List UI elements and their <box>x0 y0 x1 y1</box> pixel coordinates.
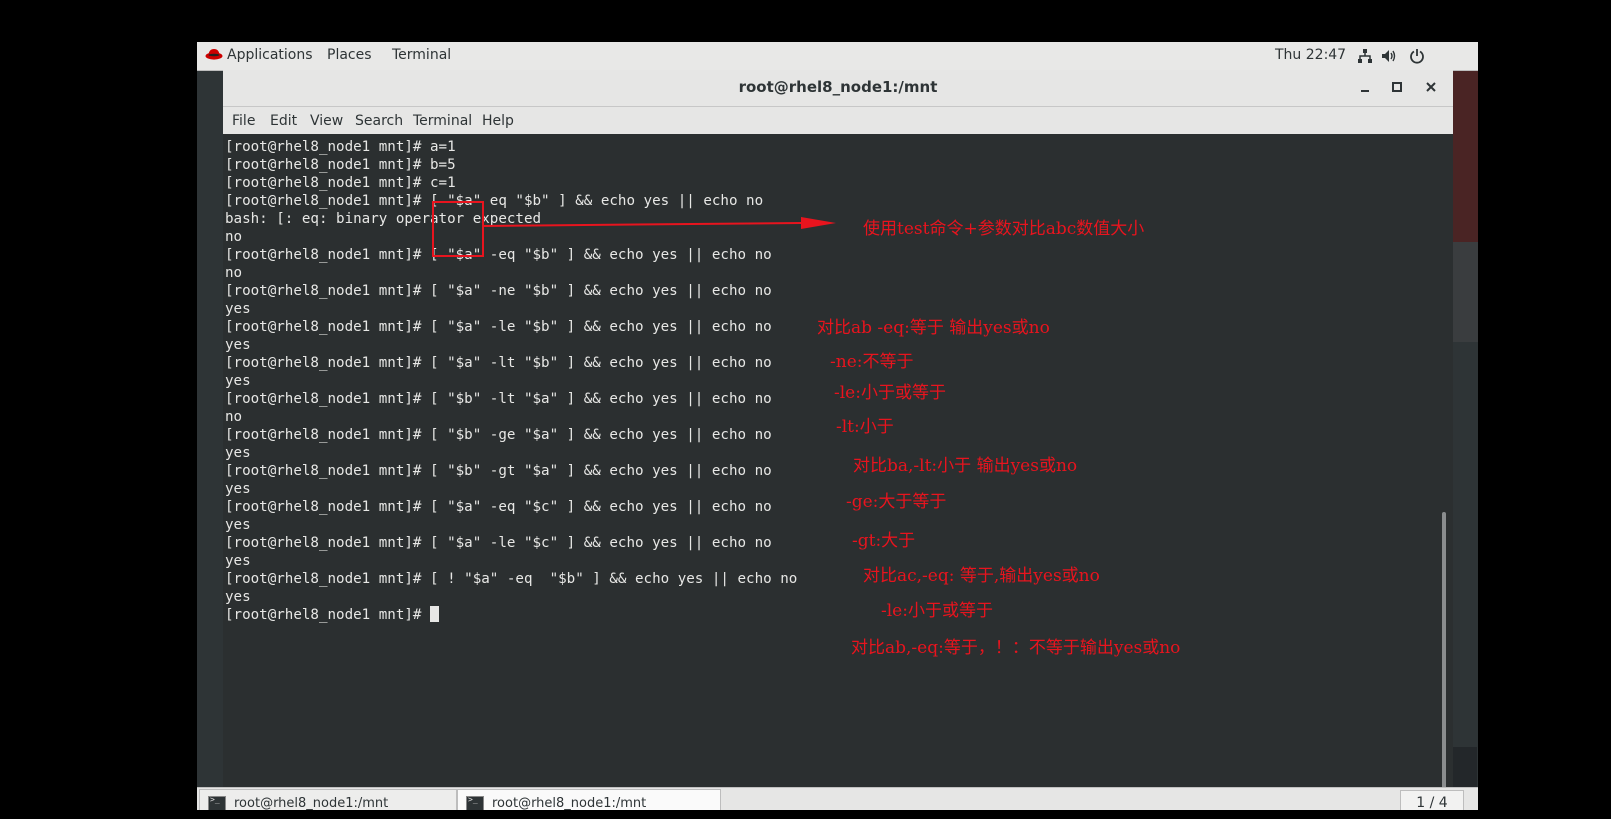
minimize-button[interactable] <box>1353 76 1377 100</box>
window-title: root@rhel8_node1:/mnt <box>738 78 938 96</box>
menu-search[interactable]: Search <box>355 113 403 129</box>
clock[interactable]: Thu 22:47 <box>1275 47 1346 63</box>
annotation-title: 使用test命令+参数对比abc数值大小 <box>863 219 1145 239</box>
gnome-top-bar: Applications Places Terminal Thu 22:47 <box>197 42 1478 71</box>
annotation-eq: 对比ab -eq:等于 输出yes或no <box>817 318 1050 338</box>
annotation-ne: -ne:不等于 <box>830 352 914 372</box>
window-titlebar[interactable]: root@rhel8_node1:/mnt <box>223 70 1453 107</box>
annotation-gt: -gt:大于 <box>852 531 916 551</box>
annotation-ac-eq: 对比ac,-eq: 等于,输出yes或no <box>863 566 1100 586</box>
desktop-screen: Applications Places Terminal Thu 22:47 r… <box>197 42 1478 810</box>
close-button[interactable] <box>1419 76 1443 100</box>
taskbar-item-terminal-1[interactable]: root@rhel8_node1:/mnt <box>199 789 457 810</box>
desktop-background-window <box>1452 242 1478 342</box>
volume-icon[interactable] <box>1381 48 1397 68</box>
menu-edit[interactable]: Edit <box>270 113 297 129</box>
desktop-background <box>1452 70 1478 270</box>
annotation-lt: -lt:小于 <box>836 417 894 437</box>
taskbar-item-label: root@rhel8_node1:/mnt <box>492 796 647 810</box>
terminal-app-menu[interactable]: Terminal <box>392 47 451 63</box>
annotation-ac-le: -le:小于或等于 <box>881 601 993 621</box>
applications-menu[interactable]: Applications <box>227 47 313 63</box>
redhat-logo-icon[interactable] <box>205 47 223 65</box>
annotation-ge: -ge:大于等于 <box>846 492 947 512</box>
menu-terminal[interactable]: Terminal <box>413 113 472 129</box>
places-menu[interactable]: Places <box>327 47 372 63</box>
maximize-button[interactable] <box>1385 76 1409 100</box>
annotation-le: -le:小于或等于 <box>834 383 946 403</box>
network-icon[interactable] <box>1357 48 1373 68</box>
terminal-icon <box>466 795 484 810</box>
menu-view[interactable]: View <box>310 113 343 129</box>
annotation-ba-lt: 对比ba,-lt:小于 输出yes或no <box>853 456 1078 476</box>
terminal-window: root@rhel8_node1:/mnt File Edit View Sea… <box>223 70 1453 810</box>
annotation-not-eq: 对比ab,-eq:等于，！：不等于输出yes或no <box>851 638 1181 658</box>
terminal-output[interactable]: [root@rhel8_node1 mnt]# a=1 [root@rhel8_n… <box>223 134 1453 810</box>
terminal-icon <box>208 795 226 810</box>
taskbar-item-terminal-2[interactable]: root@rhel8_node1:/mnt <box>457 789 721 810</box>
annotation-arrow <box>481 217 836 229</box>
power-icon[interactable] <box>1409 48 1425 68</box>
window-list-taskbar: root@rhel8_node1:/mnt root@rhel8_node1:/… <box>197 787 1478 810</box>
taskbar-item-label: root@rhel8_node1:/mnt <box>234 796 389 810</box>
workspace-pager[interactable]: 1 / 4 <box>1400 790 1464 810</box>
menu-help[interactable]: Help <box>482 113 514 129</box>
menu-file[interactable]: File <box>232 113 255 129</box>
menu-bar: File Edit View Search Terminal Help <box>223 107 1453 134</box>
